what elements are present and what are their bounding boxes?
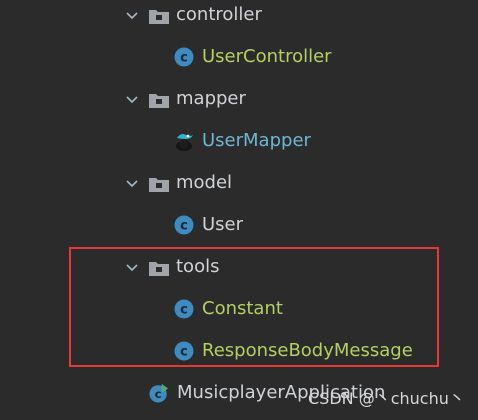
folder-icon: [149, 94, 169, 108]
folder-icon: [149, 10, 169, 24]
tree-class-user-mapper[interactable]: UserMapper: [0, 126, 478, 168]
chevron-down-icon[interactable]: [124, 176, 140, 192]
chevron-down-icon[interactable]: [124, 8, 140, 24]
svg-text:c: c: [155, 387, 162, 401]
svg-text:c: c: [180, 51, 188, 66]
class-label-user: User: [202, 214, 244, 235]
folder-label-model: model: [176, 172, 233, 193]
class-label-user-controller: UserController: [202, 46, 332, 67]
folder-label-mapper: mapper: [176, 88, 246, 109]
tree-folder-model[interactable]: model: [0, 168, 478, 210]
chevron-down-icon[interactable]: [124, 92, 140, 108]
tree-class-user-controller[interactable]: c UserController: [0, 42, 478, 84]
tree-folder-mapper[interactable]: mapper: [0, 84, 478, 126]
class-label-user-mapper: UserMapper: [202, 130, 311, 151]
class-c-icon: c: [174, 215, 194, 235]
folder-icon: [149, 178, 169, 192]
class-c-icon: c: [174, 47, 194, 67]
folder-label-controller: controller: [176, 4, 262, 25]
tree-class-user[interactable]: c User: [0, 210, 478, 252]
highlight-box: [69, 247, 439, 367]
tree-folder-controller[interactable]: controller: [0, 0, 478, 42]
watermark: CSDN @丶chuchu丶: [308, 389, 465, 408]
spring-app-icon: c: [149, 383, 169, 403]
mybatis-mapper-icon: [176, 134, 193, 151]
svg-text:c: c: [180, 219, 188, 234]
